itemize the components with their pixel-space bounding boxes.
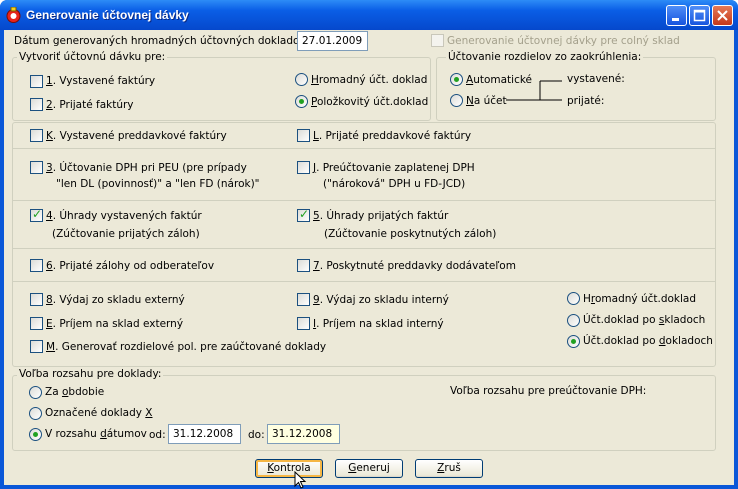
dph-peu-label-line2: "len DL (povinnosť)" a "len FD (nárok)": [56, 178, 260, 190]
uhrady-vystavenych-label: 4. Úhrady vystavených faktúr: [46, 210, 202, 222]
generuj-button[interactable]: Generuj: [335, 459, 403, 478]
j-preuctovanie-label-line2: ("nároková" DPH u FD-JCD): [323, 178, 466, 190]
rozdielove-pol-checkbox[interactable]: [30, 340, 43, 353]
k-preddavkove-checkbox[interactable]: [30, 129, 43, 142]
minimize-icon: [672, 18, 679, 21]
poskytnute-preddavky-label: 7. Poskytnuté preddavky dodávateľom: [313, 260, 516, 272]
uhrady-prijatych-checkbox[interactable]: ✓: [297, 207, 310, 222]
polozkovity-doklad-radio[interactable]: [295, 95, 308, 108]
close-icon: [717, 10, 728, 21]
v-rozsahu-datumov-label: V rozsahu dátumov: [45, 428, 147, 440]
maximize-button[interactable]: [689, 5, 710, 26]
kontrola-button[interactable]: Kontrola: [255, 459, 323, 478]
title-bar[interactable]: Generovanie účtovnej dávky: [0, 0, 738, 30]
prijate-zalohy-label: 6. Prijaté zálohy od odberateľov: [46, 260, 215, 272]
divider: [12, 148, 716, 149]
vystavene-faktury-checkbox[interactable]: [30, 75, 43, 88]
rozsah-legend: Voľba rozsahu pre doklady:: [17, 368, 164, 380]
uhrady-vystavenych-label-line2: (Zúčtovanie prijatých záloh): [52, 228, 200, 240]
l-preddavkove-checkbox[interactable]: [297, 129, 310, 142]
po-skladoch-radio[interactable]: [567, 314, 580, 327]
dph-peu-checkbox[interactable]: [30, 161, 43, 174]
vydaj-externy-checkbox[interactable]: [30, 293, 43, 306]
colny-sklad-label: Generovanie účtovnej dávky pre colný skl…: [447, 35, 680, 47]
k-preddavkove-label: K. Vystavené preddavkové faktúry: [46, 130, 227, 142]
divider: [12, 248, 716, 249]
connector-lines: [506, 80, 562, 101]
na-ucet-label: Na účet: [466, 95, 507, 107]
vydaj-externy-label: 8. Výdaj zo skladu externý: [46, 294, 185, 306]
sklad-hromadny-label: Hromadný účt.doklad: [583, 293, 697, 305]
dialog-window: Generovanie účtovnej dávky Dátum generov…: [0, 0, 738, 489]
po-skladoch-label: Účt.doklad po skladoch: [583, 314, 706, 326]
maximize-icon: [693, 9, 706, 22]
window-title: Generovanie účtovnej dávky: [26, 8, 189, 22]
uhrady-prijatych-label-line2: (Zúčtovanie poskytnutých záloh): [324, 228, 497, 240]
automaticke-radio[interactable]: [450, 73, 463, 86]
divider: [12, 281, 716, 282]
app-icon: [6, 7, 21, 23]
vystavene-label: vystavené:: [567, 73, 625, 85]
dph-peu-label: 3. Účtovanie DPH pri PEU (pre prípady: [46, 162, 247, 174]
vystavene-faktury-label: 1. Vystavené faktúry: [46, 75, 156, 87]
l-preddavkove-label: L. Prijaté preddavkové faktúry: [313, 130, 472, 142]
po-dokladoch-radio[interactable]: [567, 335, 580, 348]
hromadny-doklad-label: Hromadný účt. doklad: [311, 74, 428, 86]
j-preuctovanie-checkbox[interactable]: [297, 161, 310, 174]
uhrady-prijatych-label: 5. Úhrady prijatých faktúr: [313, 210, 449, 222]
vydaj-interny-label: 9. Výdaj zo skladu interný: [313, 294, 449, 306]
do-date-input[interactable]: 31.12.2008: [267, 424, 340, 444]
prijem-interny-label: I. Príjem na sklad interný: [313, 318, 444, 330]
polozkovity-doklad-label: Položkovitý účt.doklad: [311, 96, 429, 108]
oznacene-doklady-radio[interactable]: [29, 407, 42, 420]
za-obdobie-label: Za obdobie: [45, 386, 105, 398]
mouse-cursor-icon: [294, 471, 307, 489]
rozdielove-pol-label: M. Generovať rozdielové pol. pre zaúčtov…: [46, 341, 327, 353]
od-date-input[interactable]: 31.12.2008: [168, 424, 241, 444]
vydaj-interny-checkbox[interactable]: [297, 293, 310, 306]
close-button[interactable]: [712, 5, 733, 26]
hromadny-doklad-radio[interactable]: [295, 73, 308, 86]
prijate-faktury-label: 2. Prijaté faktúry: [46, 99, 134, 111]
poskytnute-preddavky-checkbox[interactable]: [297, 259, 310, 272]
prijem-externy-checkbox[interactable]: [30, 317, 43, 330]
sklad-hromadny-radio[interactable]: [567, 292, 580, 305]
options-section: [12, 122, 716, 367]
prijate-label: prijaté:: [567, 95, 605, 107]
od-label: od:: [149, 429, 166, 441]
j-preuctovanie-label: J. Preúčtovanie zaplatenej DPH: [313, 162, 475, 174]
uhrady-vystavenych-checkbox[interactable]: ✓: [30, 207, 43, 222]
oznacene-doklady-label: Označené doklady X: [45, 407, 153, 419]
checkmark-icon: ✓: [299, 207, 310, 221]
divider: [12, 200, 716, 201]
date-label: Dátum generovaných hromadných účtovných …: [14, 35, 309, 47]
zaokruhlenie-legend: Účtovanie rozdielov zo zaokrúhlenia:: [446, 51, 644, 63]
prijem-interny-checkbox[interactable]: [297, 317, 310, 330]
na-ucet-radio[interactable]: [450, 94, 463, 107]
vytvorit-group: [12, 57, 431, 121]
prijate-faktury-checkbox[interactable]: [30, 98, 43, 111]
v-rozsahu-datumov-radio[interactable]: [29, 428, 42, 441]
dph-rozsah-label: Voľba rozsahu pre preúčtovanie DPH:: [450, 385, 647, 397]
zaokruhlenie-group: [436, 57, 716, 121]
vytvorit-legend: Vytvoriť účtovnú dávku pre:: [17, 51, 168, 63]
za-obdobie-radio[interactable]: [29, 386, 42, 399]
prijate-zalohy-checkbox[interactable]: [30, 259, 43, 272]
colny-sklad-checkbox[interactable]: [431, 34, 444, 47]
minimize-button[interactable]: [666, 5, 687, 26]
po-dokladoch-label: Účt.doklad po dokladoch: [583, 335, 713, 347]
dialog-client: Dátum generovaných hromadných účtovných …: [4, 30, 734, 489]
prijem-externy-label: E. Príjem na sklad externý: [46, 318, 184, 330]
date-input[interactable]: 27.01.2009: [297, 31, 368, 51]
do-label: do:: [248, 429, 265, 441]
zrus-button[interactable]: Zruš: [415, 459, 483, 478]
checkmark-icon: ✓: [32, 207, 43, 221]
